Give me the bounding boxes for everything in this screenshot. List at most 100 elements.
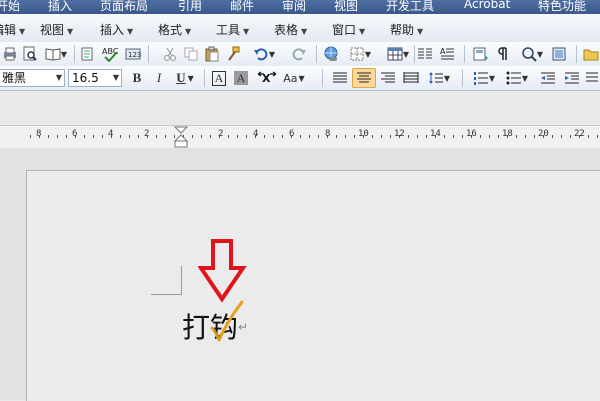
- menu-view[interactable]: 视图 ▼: [40, 21, 73, 38]
- document-map-button[interactable]: [472, 44, 490, 64]
- spelling-check-button[interactable]: ABC: [100, 44, 120, 64]
- scale-button[interactable]: X: [256, 68, 278, 88]
- menu-help[interactable]: 帮助 ▼: [390, 21, 423, 38]
- character-border-button[interactable]: A: [210, 68, 228, 88]
- chevron-down-icon: ▼: [268, 49, 276, 59]
- indent-marker[interactable]: [174, 126, 188, 148]
- ruler-tick: [327, 135, 328, 138]
- ruler-tick: [543, 135, 544, 138]
- ribbon-tab-insert[interactable]: 插入: [48, 0, 72, 14]
- text-direction-button[interactable]: A: [438, 44, 456, 64]
- cut-button[interactable]: [161, 44, 179, 64]
- menu-edit[interactable]: 编辑▼: [0, 21, 25, 38]
- ruler-tick: [147, 135, 148, 138]
- ruler-tick: [237, 135, 238, 138]
- character-shading-button[interactable]: A: [232, 68, 250, 88]
- horizontal-ruler[interactable]: 8 6 4 2 2 4 6 8 10 12 14 16 18 20 22: [0, 125, 600, 149]
- underline-button[interactable]: U ▼: [174, 68, 196, 88]
- font-name-combo[interactable]: 雅黑 ▼: [0, 69, 65, 87]
- full-screen-button[interactable]: [550, 44, 568, 64]
- zoom-button[interactable]: ▼: [518, 44, 546, 64]
- table-icon: [387, 47, 403, 61]
- align-justify-button[interactable]: [330, 68, 350, 88]
- print-preview-button[interactable]: [21, 44, 39, 64]
- ruler-tick: [363, 135, 364, 138]
- undo-button[interactable]: ▼: [250, 44, 278, 64]
- paste-button[interactable]: [203, 44, 221, 64]
- show-formatting-button[interactable]: [494, 44, 512, 64]
- line-spacing-icon: [428, 72, 443, 84]
- ruler-tick: [597, 135, 598, 138]
- italic-button[interactable]: I: [150, 68, 168, 88]
- bullets-button[interactable]: ▼: [503, 68, 531, 88]
- svg-text:123: 123: [128, 51, 141, 59]
- increase-indent-button[interactable]: [562, 68, 582, 88]
- menu-tools[interactable]: 工具 ▼: [216, 21, 249, 38]
- chevron-down-icon: ▼: [185, 27, 192, 36]
- ruler-tick: [273, 135, 274, 138]
- format-painter-button[interactable]: [224, 44, 242, 64]
- insert-table-button[interactable]: ▼: [384, 44, 412, 64]
- bold-button[interactable]: B: [128, 68, 146, 88]
- menu-table[interactable]: 表格 ▼: [274, 21, 307, 38]
- document-page[interactable]: [26, 170, 600, 401]
- columns-button[interactable]: [416, 44, 434, 64]
- redo-button[interactable]: [290, 44, 308, 64]
- distributed-align-button[interactable]: [401, 68, 421, 88]
- chevron-down-icon: ▼: [60, 49, 68, 59]
- character-spacing-button[interactable]: [584, 68, 600, 88]
- ruler-tick: [39, 135, 40, 138]
- ruler-tick: [246, 135, 247, 138]
- align-right-button[interactable]: [378, 68, 398, 88]
- ribbon-tab-acrobat[interactable]: Acrobat: [464, 0, 510, 11]
- ruler-tick: [525, 135, 526, 138]
- ribbon-tab-developer[interactable]: 开发工具: [386, 0, 434, 14]
- research-button[interactable]: [79, 44, 97, 64]
- chevron-down-icon: ▼: [359, 27, 366, 36]
- ruler-tick: [120, 135, 121, 138]
- font-size-combo[interactable]: 16.5 ▼: [68, 69, 122, 87]
- ruler-tick: [435, 135, 436, 138]
- chevron-down-icon: ▼: [298, 73, 305, 83]
- ruler-tick: [453, 135, 454, 138]
- decrease-indent-button[interactable]: [538, 68, 558, 88]
- line-spacing-button[interactable]: ▼: [425, 68, 453, 88]
- print-button[interactable]: [1, 44, 19, 64]
- ruler-tick: [309, 135, 310, 138]
- align-center-icon: [357, 72, 371, 83]
- research-icon: [81, 47, 93, 61]
- ruler-tick: [282, 135, 283, 138]
- ruler-tick: [57, 135, 58, 138]
- change-case-button[interactable]: Aa ▼: [282, 68, 306, 88]
- ribbon-tab-references[interactable]: 引用: [178, 0, 202, 14]
- borders-button[interactable]: ▼: [344, 44, 376, 64]
- menu-window[interactable]: 窗口 ▼: [332, 21, 365, 38]
- distributed-align-icon: [403, 72, 419, 83]
- svg-text:A: A: [440, 47, 446, 56]
- align-justify-icon: [333, 72, 347, 83]
- insert-hyperlink-button[interactable]: [322, 44, 340, 64]
- menu-tools-label: 工具: [216, 23, 241, 37]
- numbering-button[interactable]: ▼: [470, 68, 498, 88]
- menu-format[interactable]: 格式 ▼: [158, 21, 191, 38]
- open-folder-button[interactable]: [582, 44, 600, 64]
- chevron-down-icon: ▼: [19, 27, 26, 36]
- menu-insert[interactable]: 插入 ▼: [100, 21, 133, 38]
- copy-button[interactable]: [182, 44, 200, 64]
- character-border-label: A: [211, 70, 227, 86]
- ribbon-tab-mailings[interactable]: 邮件: [230, 0, 254, 14]
- align-center-button[interactable]: [352, 68, 376, 88]
- reading-mode-button[interactable]: ▼: [42, 44, 70, 64]
- ribbon-tab-review[interactable]: 审阅: [282, 0, 306, 14]
- toolbar-separator: [576, 45, 577, 63]
- spell-check-icon: ABC: [102, 47, 119, 62]
- ruler-tick: [264, 135, 265, 138]
- ribbon-tab-view[interactable]: 视图: [334, 0, 358, 14]
- bulleted-list-icon: [506, 71, 521, 85]
- ribbon-tab-home[interactable]: 开始: [0, 0, 20, 14]
- increase-indent-icon: [565, 72, 579, 84]
- word-count-button[interactable]: 123: [124, 44, 142, 64]
- ribbon-tab-page-layout[interactable]: 页面布局: [100, 0, 148, 14]
- ribbon-tab-features[interactable]: 特色功能: [538, 0, 586, 14]
- chevron-down-icon: ▼: [243, 27, 250, 36]
